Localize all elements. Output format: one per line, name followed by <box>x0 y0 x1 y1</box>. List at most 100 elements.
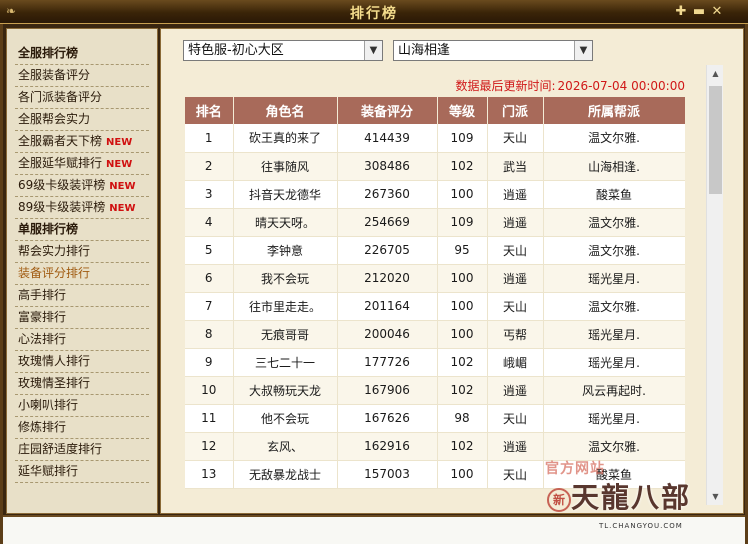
table-row[interactable]: 11 他不会玩 167626 98 天山 瑶光星月. <box>185 404 685 433</box>
header-character[interactable]: 角色名 <box>233 97 338 124</box>
sidebar-item[interactable]: 帮会实力排行 <box>15 241 149 263</box>
sidebar-item[interactable]: 各门派装备评分 <box>15 87 149 109</box>
table-row[interactable]: 8 无痕哥哥 200046 100 丐帮 瑶光星月. <box>185 320 685 349</box>
sidebar-item[interactable]: 全服装备评分 <box>15 65 149 87</box>
sidebar-item-label: 各门派装备评分 <box>18 90 103 104</box>
rank-cell: 7 <box>185 292 234 321</box>
sidebar-item[interactable]: 庄园舒适度排行 <box>15 439 149 461</box>
sidebar-item-label: 全服排行榜 <box>18 46 79 60</box>
score-cell: 212020 <box>337 264 438 293</box>
sect-cell: 天山 <box>487 460 544 489</box>
character-name-cell: 大叔畅玩天龙 <box>233 376 338 405</box>
table-row[interactable]: 5 李钟意 226705 95 天山 温文尔雅. <box>185 236 685 265</box>
sidebar-item-label: 小喇叭排行 <box>18 398 79 412</box>
character-name-cell: 三七二十一 <box>233 348 338 377</box>
sidebar-section-header: 单服排行榜 <box>15 219 149 241</box>
header-guild[interactable]: 所属帮派 <box>543 97 685 124</box>
sidebar-item[interactable]: 全服帮会实力 <box>15 109 149 131</box>
sidebar-item[interactable]: 心法排行 <box>15 329 149 351</box>
header-score[interactable]: 装备评分 <box>337 97 438 124</box>
sidebar-item-label: 帮会实力排行 <box>18 244 91 258</box>
guild-cell: 酸菜鱼 <box>543 460 685 489</box>
guild-cell: 瑶光星月. <box>543 320 685 349</box>
sect-cell: 丐帮 <box>487 320 544 349</box>
rank-cell: 9 <box>185 348 234 377</box>
level-cell: 102 <box>437 376 488 405</box>
table-row[interactable]: 9 三七二十一 177726 102 峨嵋 瑶光星月. <box>185 348 685 377</box>
character-name-cell: 晴天天呀。 <box>233 208 338 237</box>
bottom-strip <box>3 515 745 544</box>
sidebar-item[interactable]: 89级卡级装评榜 NEW <box>15 197 149 219</box>
table-row[interactable]: 13 无敌暴龙战士 157003 100 天山 酸菜鱼 <box>185 460 685 489</box>
header-level[interactable]: 等级 <box>437 97 488 124</box>
table-row[interactable]: 10 大叔畅玩天龙 167906 102 逍遥 风云再起时. <box>185 376 685 405</box>
close-icon[interactable]: ✕ <box>709 4 725 20</box>
ranking-table-container: 排名 角色名 装备评分 等级 门派 所属帮派 1 砍王真的来了 414439 109 天… <box>185 97 685 515</box>
guild-cell: 风云再起时. <box>543 376 685 405</box>
sidebar-item[interactable]: 延华赋排行 <box>15 461 149 483</box>
score-cell: 167626 <box>337 404 438 433</box>
guild-cell: 瑶光星月. <box>543 348 685 377</box>
score-cell: 157003 <box>337 460 438 489</box>
rank-cell: 1 <box>185 124 234 153</box>
server-select-value: 特色服-初心大区 <box>188 43 284 58</box>
level-cell: 102 <box>437 432 488 461</box>
sidebar-item[interactable]: 小喇叭排行 <box>15 395 149 417</box>
sidebar-item[interactable]: 玫瑰情圣排行 <box>15 373 149 395</box>
guild-cell: 酸菜鱼 <box>543 180 685 209</box>
table-header-row: 排名 角色名 装备评分 等级 门派 所属帮派 <box>185 97 685 124</box>
update-time: 2026-07-04 00:00:00 <box>557 79 685 93</box>
guild-cell: 瑶光星月. <box>543 264 685 293</box>
score-cell: 167906 <box>337 376 438 405</box>
sidebar-item-label: 89级卡级装评榜 <box>18 200 106 214</box>
table-row[interactable]: 3 抖音天龙德华 267360 100 逍遥 酸菜鱼 <box>185 180 685 209</box>
sidebar-item-label: 延华赋排行 <box>18 464 79 478</box>
pin-icon[interactable]: ✚ <box>673 4 689 20</box>
sidebar-item[interactable]: 全服霸者天下榜 NEW <box>15 131 149 153</box>
sidebar-item-label: 单服排行榜 <box>18 222 79 236</box>
guild-cell: 温文尔雅. <box>543 236 685 265</box>
score-cell: 254669 <box>337 208 438 237</box>
chevron-down-icon[interactable]: ▼ <box>364 41 382 60</box>
table-row[interactable]: 7 往市里走走。 201164 100 天山 温文尔雅. <box>185 292 685 321</box>
sect-cell: 逍遥 <box>487 208 544 237</box>
sidebar-item[interactable]: 修炼排行 <box>15 417 149 439</box>
new-badge: NEW <box>106 137 133 148</box>
table-row[interactable]: 12 玄风、 162916 102 逍遥 温文尔雅. <box>185 432 685 461</box>
table-row[interactable]: 4 晴天天呀。 254669 109 逍遥 温文尔雅. <box>185 208 685 237</box>
sidebar-item-label: 全服帮会实力 <box>18 112 91 126</box>
sect-cell: 逍遥 <box>487 376 544 405</box>
level-cell: 95 <box>437 236 488 265</box>
server-select[interactable]: 特色服-初心大区 ▼ <box>183 40 383 61</box>
table-scrollbar[interactable]: ▲ ▼ <box>706 65 723 505</box>
sidebar-item-label: 富豪排行 <box>18 310 67 324</box>
level-cell: 100 <box>437 460 488 489</box>
sidebar-item[interactable]: 全服延华赋排行 NEW <box>15 153 149 175</box>
sidebar-item[interactable]: 玫瑰情人排行 <box>15 351 149 373</box>
scroll-down-icon[interactable]: ▼ <box>707 488 724 505</box>
sect-cell: 天山 <box>487 236 544 265</box>
score-cell: 177726 <box>337 348 438 377</box>
sidebar-item[interactable]: 高手排行 <box>15 285 149 307</box>
header-sect[interactable]: 门派 <box>487 97 544 124</box>
rank-cell: 12 <box>185 432 234 461</box>
scroll-up-icon[interactable]: ▲ <box>707 65 724 82</box>
table-row[interactable]: 1 砍王真的来了 414439 109 天山 温文尔雅. <box>185 124 685 153</box>
score-cell: 308486 <box>337 152 438 181</box>
sidebar-item-label: 玫瑰情圣排行 <box>18 376 91 390</box>
world-select[interactable]: 山海相逢 ▼ <box>393 40 593 61</box>
table-row[interactable]: 2 往事随风 308486 102 武当 山海相逢. <box>185 152 685 181</box>
chevron-down-icon[interactable]: ▼ <box>574 41 592 60</box>
header-rank[interactable]: 排名 <box>185 97 234 124</box>
score-cell: 200046 <box>337 320 438 349</box>
table-row[interactable]: 6 我不会玩 212020 100 逍遥 瑶光星月. <box>185 264 685 293</box>
minimize-icon[interactable]: ▬ <box>691 4 707 20</box>
sidebar-item[interactable]: 69级卡级装评榜 NEW <box>15 175 149 197</box>
rank-cell: 2 <box>185 152 234 181</box>
scrollbar-thumb[interactable] <box>709 86 722 194</box>
sidebar-item[interactable]: 装备评分排行 <box>15 263 149 285</box>
update-timestamp: 数据最后更新时间: 2026-07-04 00:00:00 <box>454 77 686 94</box>
character-name-cell: 抖音天龙德华 <box>233 180 338 209</box>
title-bar: ❧ 排行榜 ✚ ▬ ✕ <box>0 0 748 24</box>
sidebar-item[interactable]: 富豪排行 <box>15 307 149 329</box>
